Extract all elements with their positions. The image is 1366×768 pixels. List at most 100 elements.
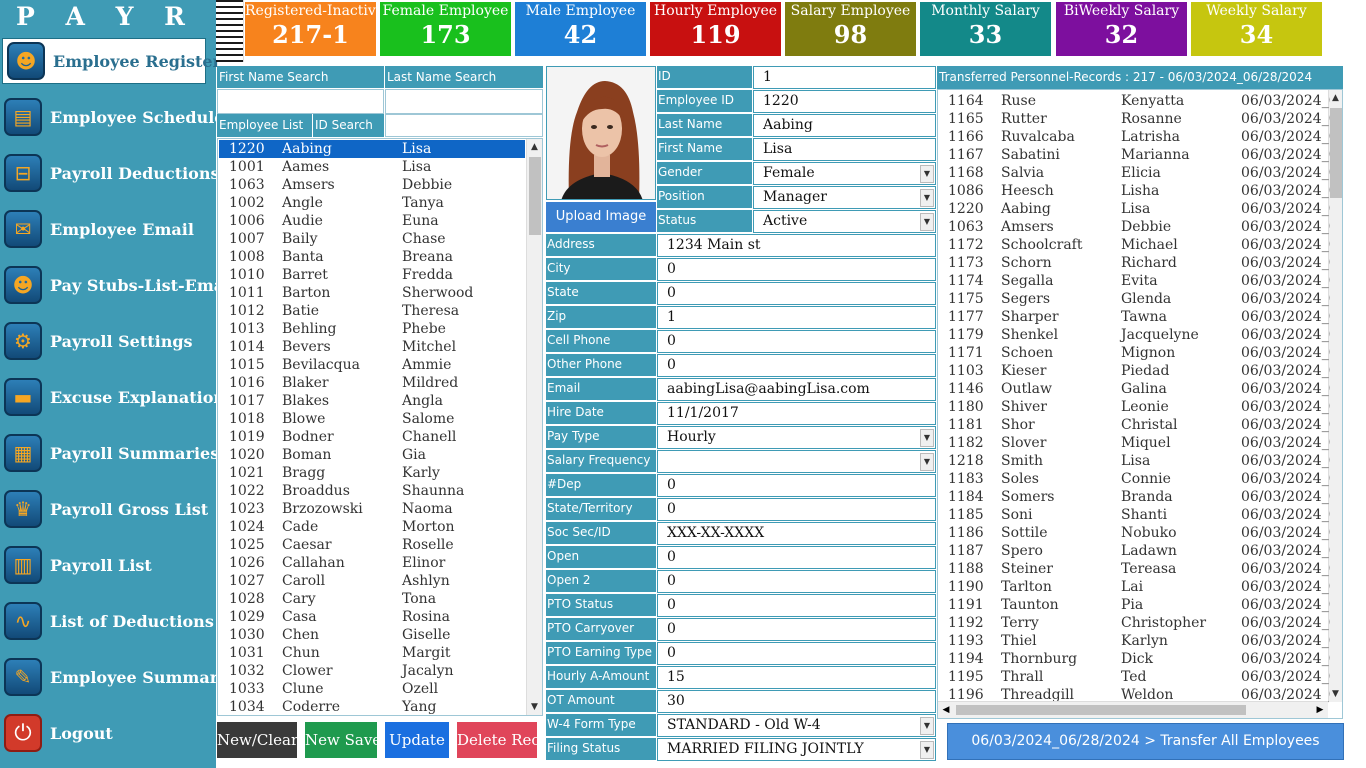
list-item[interactable]: 1023 Brzozowski Naoma — [219, 500, 525, 518]
list-item[interactable]: 1028 Cary Tona — [219, 590, 525, 608]
field-employee-id[interactable]: 1220 — [753, 90, 936, 113]
record-row[interactable]: 1220 Aabing Lisa 06/03/2024_0 — [938, 200, 1330, 218]
record-row[interactable]: 1164 Ruse Kenyatta 06/03/2024_0 — [938, 92, 1330, 110]
records-horizontal-scrollbar[interactable]: ◀ ▶ — [938, 701, 1328, 718]
chevron-down-icon[interactable]: ▼ — [920, 189, 934, 207]
record-row[interactable]: 1190 Tarlton Lai 06/03/2024_0 — [938, 578, 1330, 596]
field-hourly-a-amount[interactable]: 15 — [657, 666, 936, 689]
record-row[interactable]: 1168 Salvia Elicia 06/03/2024_0 — [938, 164, 1330, 182]
horizontal-scroll-thumb[interactable] — [956, 705, 1246, 715]
list-item[interactable]: 1012 Batie Theresa — [219, 302, 525, 320]
list-item[interactable]: 1013 Behling Phebe — [219, 320, 525, 338]
record-row[interactable]: 1171 Schoen Mignon 06/03/2024_0 — [938, 344, 1330, 362]
record-row[interactable]: 1182 Slover Miquel 06/03/2024_0 — [938, 434, 1330, 452]
list-item[interactable]: 1021 Bragg Karly — [219, 464, 525, 482]
list-item[interactable]: 1019 Bodner Chanell — [219, 428, 525, 446]
scroll-thumb[interactable] — [529, 157, 541, 235]
field-hire-date[interactable]: 11/1/2017 — [657, 402, 936, 425]
record-row[interactable]: 1174 Segalla Evita 06/03/2024_0 — [938, 272, 1330, 290]
field-email[interactable]: aabingLisa@aabingLisa.com — [657, 378, 936, 401]
list-item[interactable]: 1020 Boman Gia — [219, 446, 525, 464]
field-state-territory[interactable]: 0 — [657, 498, 936, 521]
list-item[interactable]: 1031 Chun Margit — [219, 644, 525, 662]
list-item[interactable]: 1008 Banta Breana — [219, 248, 525, 266]
record-row[interactable]: 1183 Soles Connie 06/03/2024_0 — [938, 470, 1330, 488]
record-row[interactable]: 1184 Somers Branda 06/03/2024_0 — [938, 488, 1330, 506]
list-item[interactable]: 1025 Caesar Roselle — [219, 536, 525, 554]
record-row[interactable]: 1173 Schorn Richard 06/03/2024_0 — [938, 254, 1330, 272]
scroll-left-icon[interactable]: ◀ — [938, 702, 954, 718]
record-row[interactable]: 1193 Thiel Karlyn 06/03/2024_0 — [938, 632, 1330, 650]
new-clear-button[interactable]: New/Clear — [217, 722, 298, 758]
list-item[interactable]: 1001 Aames Lisa — [219, 158, 525, 176]
record-row[interactable]: 1172 Schoolcraft Michael 06/03/2024_0 — [938, 236, 1330, 254]
employee-list[interactable]: ▲ ▼ 1220 Aabing Lisa 1001 Aames Lisa 1063 Amser… — [217, 138, 543, 716]
delete-record-button[interactable]: Delete Rec — [457, 722, 540, 758]
list-item[interactable]: 1006 Audie Euna — [219, 212, 525, 230]
record-row[interactable]: 1186 Sottile Nobuko 06/03/2024_0 — [938, 524, 1330, 542]
last-name-search-input[interactable] — [385, 89, 543, 114]
id-search-input[interactable] — [385, 114, 543, 137]
transferred-records-list[interactable]: ▲ ▼ 1164 Ruse Kenyatta 06/03/2024_0 1165 Rutt… — [937, 89, 1343, 719]
field-open[interactable]: 0 — [657, 546, 936, 569]
list-item[interactable]: 1017 Blakes Angla — [219, 392, 525, 410]
scroll-up-icon[interactable]: ▲ — [1329, 90, 1342, 106]
chevron-down-icon[interactable]: ▼ — [920, 741, 934, 759]
field-other-phone[interactable]: 0 — [657, 354, 936, 377]
record-row[interactable]: 1191 Taunton Pia 06/03/2024_0 — [938, 596, 1330, 614]
transfer-all-employees-button[interactable]: 06/03/2024_06/28/2024 > Transfer All Emp… — [947, 723, 1344, 760]
nav-item-employee-summary[interactable]: ✎ Employee Summary — [0, 654, 227, 700]
list-item[interactable]: 1002 Angle Tanya — [219, 194, 525, 212]
upload-image-button[interactable]: Upload Image — [546, 202, 656, 232]
field-pto-earning-type[interactable]: 0 — [657, 642, 936, 665]
scroll-down-icon[interactable]: ▼ — [527, 699, 542, 715]
nav-item-payroll-gross-list[interactable]: ♛ Payroll Gross List — [0, 486, 216, 532]
chevron-down-icon[interactable]: ▼ — [920, 717, 934, 735]
nav-item-payroll-settings[interactable]: ⚙ Payroll Settings — [0, 318, 216, 364]
field-state[interactable]: 0 — [657, 282, 936, 305]
nav-item-employee-register[interactable]: ☻ Employee Register — [2, 38, 221, 84]
field-pto-status[interactable]: 0 — [657, 594, 936, 617]
field-address[interactable]: 1234 Main st — [657, 234, 936, 257]
records-list-scrollbar[interactable]: ▲ ▼ — [1328, 90, 1342, 702]
chevron-down-icon[interactable]: ▼ — [920, 429, 934, 447]
field-id[interactable]: 1 — [753, 66, 936, 89]
nav-item-payroll-summaries[interactable]: ▦ Payroll Summaries — [0, 430, 219, 476]
record-row[interactable]: 1165 Rutter Rosanne 06/03/2024_0 — [938, 110, 1330, 128]
record-row[interactable]: 1195 Thrall Ted 06/03/2024_0 — [938, 668, 1330, 686]
list-item[interactable]: 1024 Cade Morton — [219, 518, 525, 536]
list-item[interactable]: 1220 Aabing Lisa — [219, 140, 525, 158]
new-save-button[interactable]: New Save — [305, 722, 381, 758]
record-row[interactable]: 1146 Outlaw Galina 06/03/2024_0 — [938, 380, 1330, 398]
first-name-search-input[interactable] — [217, 89, 384, 114]
chevron-down-icon[interactable]: ▼ — [920, 213, 934, 231]
field-first-name[interactable]: Lisa — [753, 138, 936, 161]
list-item[interactable]: 1016 Blaker Mildred — [219, 374, 525, 392]
nav-item-employee-schedule[interactable]: ▤ Employee Schedule — [0, 94, 224, 140]
list-item[interactable]: 1033 Clune Ozell — [219, 680, 525, 698]
nav-item-pay-stubs-list-email[interactable]: ☻ Pay Stubs-List-Email — [0, 262, 236, 308]
record-row[interactable]: 1179 Shenkel Jacquelyne 06/03/2024_0 — [938, 326, 1330, 344]
chevron-down-icon[interactable]: ▼ — [920, 165, 934, 183]
record-row[interactable]: 1167 Sabatini Marianna 06/03/2024_0 — [938, 146, 1330, 164]
nav-item-logout[interactable]: ⏻ Logout — [0, 710, 216, 756]
field-position[interactable]: Manager ▼ — [753, 186, 936, 209]
record-row[interactable]: 1188 Steiner Tereasa 06/03/2024_0 — [938, 560, 1330, 578]
nav-item-excuse-explanations[interactable]: ▬ Excuse Explanations — [0, 374, 234, 420]
field-pay-type[interactable]: Hourly ▼ — [657, 426, 936, 449]
list-item[interactable]: 1029 Casa Rosina — [219, 608, 525, 626]
record-row[interactable]: 1177 Sharper Tawna 06/03/2024_0 — [938, 308, 1330, 326]
field-soc-sec-id[interactable]: XXX-XX-XXXX — [657, 522, 936, 545]
employee-list-scrollbar[interactable]: ▲ ▼ — [526, 139, 542, 715]
field-city[interactable]: 0 — [657, 258, 936, 281]
list-item[interactable]: 1018 Blowe Salome — [219, 410, 525, 428]
list-item[interactable]: 1032 Clower Jacalyn — [219, 662, 525, 680]
record-row[interactable]: 1103 Kieser Piedad 06/03/2024_0 — [938, 362, 1330, 380]
field-salary-frequency[interactable]: ▼ — [657, 450, 936, 473]
record-row[interactable]: 1086 Heesch Lisha 06/03/2024_0 — [938, 182, 1330, 200]
list-item[interactable]: 1030 Chen Giselle — [219, 626, 525, 644]
field-status[interactable]: Active ▼ — [753, 210, 936, 233]
field-ot-amount[interactable]: 30 — [657, 690, 936, 713]
list-item[interactable]: 1011 Barton Sherwood — [219, 284, 525, 302]
record-row[interactable]: 1063 Amsers Debbie 06/03/2024_0 — [938, 218, 1330, 236]
